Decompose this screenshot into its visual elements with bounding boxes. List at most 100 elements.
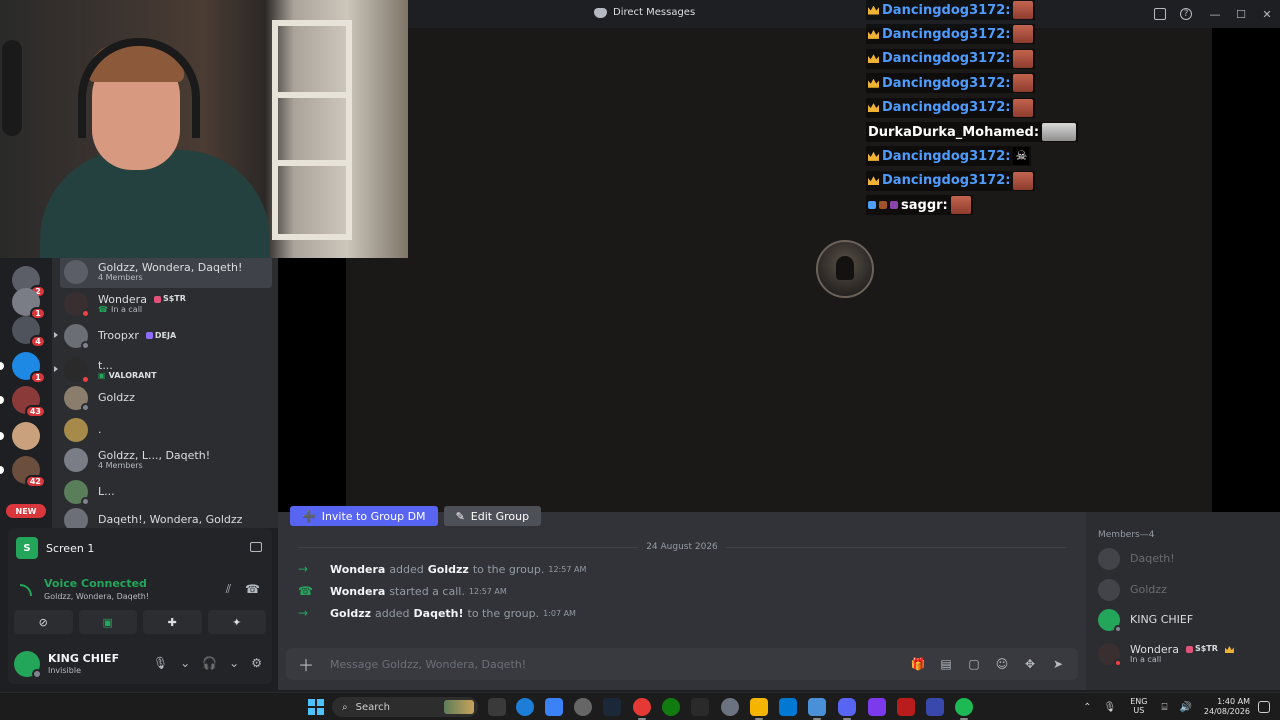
dm-item[interactable]: Goldzz	[60, 382, 272, 414]
inbox-icon[interactable]	[1154, 8, 1166, 20]
member-avatar	[1098, 609, 1122, 633]
server-icon[interactable]: 43	[0, 386, 46, 418]
phone-icon: ☎	[298, 584, 313, 598]
notification-icon[interactable]	[1258, 701, 1270, 713]
camera-toggle-button[interactable]: ⊘	[14, 610, 73, 634]
message-actor[interactable]: Wondera	[330, 585, 385, 598]
chevron-down-icon[interactable]: ⌄	[180, 656, 190, 670]
message-actor[interactable]: Wondera	[330, 563, 385, 576]
crown-badge-icon	[868, 5, 879, 15]
settings-gear-icon[interactable]: ⚙	[251, 656, 262, 670]
close-icon[interactable]: ✕	[1254, 4, 1280, 24]
clock-date: 24/08/2026	[1203, 707, 1250, 716]
disconnect-call-icon[interactable]: ☎	[245, 582, 260, 597]
edit-group-button[interactable]: ✎ Edit Group	[443, 506, 542, 526]
noise-suppression-icon[interactable]: ⫽	[226, 582, 231, 597]
voice-channel-name[interactable]: Goldzz, Wondera, Daqeth!	[44, 592, 149, 601]
language-indicator[interactable]: ENG US	[1130, 697, 1147, 716]
send-icon[interactable]: ➤	[1050, 657, 1066, 671]
steam-icon[interactable]	[603, 698, 621, 716]
server-icon[interactable]: 1	[12, 288, 46, 320]
discord-icon[interactable]	[838, 698, 856, 720]
server-icon[interactable]: 1	[0, 352, 46, 384]
member-item[interactable]: Wondera S$TR In a call	[1098, 640, 1234, 668]
chrome-icon[interactable]	[633, 698, 651, 720]
dm-name: Troopxr	[98, 328, 139, 342]
voice-action-buttons: ⊘ ▣ ✚ ✦	[14, 610, 266, 634]
member-text: Goldzz	[1130, 583, 1167, 596]
epic-games-icon[interactable]	[691, 698, 709, 716]
task-view-icon[interactable]	[488, 698, 506, 716]
dm-item[interactable]: Troopxr DEJA	[54, 320, 272, 352]
dm-avatar	[64, 448, 88, 472]
call-video-stage[interactable]	[278, 28, 1280, 512]
app-icon[interactable]	[574, 698, 592, 716]
dm-item[interactable]: Wondera S$TR ☎ In a call	[60, 288, 272, 320]
member-avatar	[1098, 643, 1122, 667]
apps-icon[interactable]: ✥	[1022, 657, 1038, 671]
app-icon[interactable]	[868, 698, 886, 716]
member-item[interactable]: KING CHIEF	[1098, 606, 1193, 634]
file-explorer-icon[interactable]	[750, 698, 768, 720]
taskbar-search[interactable]: ⌕ Search	[332, 697, 478, 717]
attach-plus-icon[interactable]: ＋	[296, 654, 316, 675]
microphone-icon[interactable]: 🎙	[153, 656, 168, 670]
member-item[interactable]: Daqeth!	[1098, 545, 1175, 573]
clock[interactable]: 1:40 AM 24/08/2026	[1204, 697, 1250, 716]
gif-icon[interactable]: ▤	[938, 657, 954, 671]
dm-text: Goldzz	[98, 391, 135, 404]
system-message: → Wondera added Goldzz to the group. 12:57 AM	[298, 562, 586, 576]
user-info[interactable]: KING CHIEF Invisible	[48, 652, 119, 675]
server-icon[interactable]: 4	[12, 316, 46, 348]
voice-status[interactable]: Voice Connected	[44, 577, 147, 590]
message-actor[interactable]: Goldzz	[330, 607, 371, 620]
maximize-icon[interactable]: ☐	[1228, 4, 1254, 24]
server-icon[interactable]: 42	[0, 456, 46, 488]
user-avatar[interactable]	[14, 651, 42, 679]
dm-text: Goldzz, L..., Daqeth! 4 Members	[98, 449, 210, 471]
connection-signal-icon[interactable]	[20, 584, 32, 596]
dm-subtitle-text: In a call	[110, 304, 143, 314]
dm-item[interactable]: Goldzz, Wondera, Daqeth! 4 Members	[60, 258, 272, 288]
store-icon[interactable]	[779, 698, 797, 716]
system-message: → Goldzz added Daqeth! to the group. 1:07 AM	[298, 606, 576, 620]
gift-icon[interactable]: 🎁	[910, 657, 926, 671]
participant-video-avatar[interactable]	[816, 240, 874, 298]
server-icon[interactable]	[0, 422, 40, 450]
sticker-icon[interactable]: ▢	[966, 657, 982, 671]
new-unreads-pill[interactable]: NEW	[6, 504, 46, 518]
chevron-down-icon[interactable]: ⌄	[229, 656, 239, 670]
windows-start-icon[interactable]	[308, 699, 324, 715]
volume-icon[interactable]: 🔊	[1179, 702, 1191, 713]
headphones-icon[interactable]: 🎧	[202, 656, 217, 670]
message-target[interactable]: Daqeth!	[414, 607, 464, 620]
stop-stream-icon[interactable]	[250, 542, 262, 552]
activities-button[interactable]: ✚	[143, 610, 202, 634]
voicemeeter-icon[interactable]	[897, 698, 915, 716]
spotify-icon[interactable]	[955, 698, 973, 720]
app-icon[interactable]	[545, 698, 563, 716]
message-target[interactable]: Goldzz	[428, 563, 469, 576]
dm-item[interactable]: Goldzz, L..., Daqeth! 4 Members	[60, 444, 272, 476]
member-name-row: Daqeth!	[1130, 552, 1175, 565]
edge-icon[interactable]	[516, 698, 534, 716]
share-screen-button[interactable]: ▣	[78, 610, 137, 634]
dm-item[interactable]: .	[60, 414, 272, 446]
dm-item[interactable]: Daqeth!, Wondera, Goldzz	[60, 504, 272, 528]
invite-to-group-button[interactable]: ➕ Invite to Group DM	[290, 506, 438, 526]
app-icon[interactable]	[926, 698, 944, 716]
screen: Direct Messages ? — ☐ ✕ Dancingdog3172: D…	[0, 0, 1280, 720]
soundboard-button[interactable]: ✦	[207, 610, 266, 634]
minimize-icon[interactable]: —	[1202, 4, 1228, 24]
help-icon[interactable]: ?	[1180, 8, 1192, 20]
member-item[interactable]: Goldzz	[1098, 576, 1167, 604]
network-icon[interactable]: ⌸	[1161, 702, 1167, 713]
microphone-icon[interactable]: 🎙	[1103, 702, 1116, 713]
member-text: KING CHIEF	[1130, 613, 1193, 626]
app-icon[interactable]	[808, 698, 826, 720]
message-input[interactable]	[330, 657, 910, 671]
chevron-up-icon[interactable]: ⌃	[1083, 702, 1091, 713]
xbox-icon[interactable]	[662, 698, 680, 716]
emoji-icon[interactable]: ☺	[994, 657, 1010, 671]
settings-icon[interactable]	[721, 698, 739, 716]
